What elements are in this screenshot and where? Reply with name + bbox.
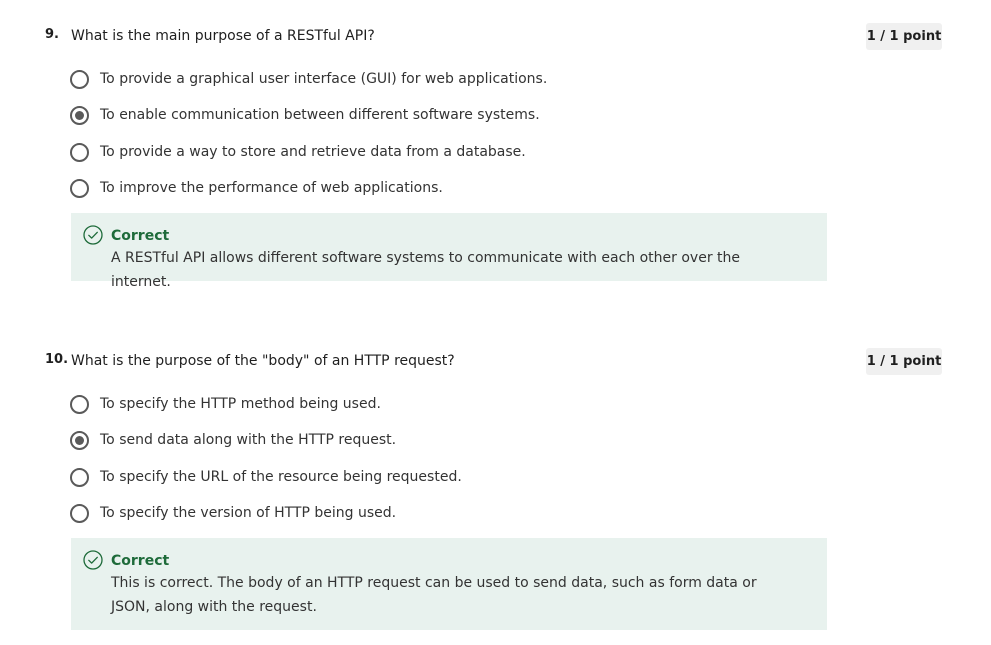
option-radio[interactable]: To enable communication between differen… — [70, 106, 830, 142]
option-radio[interactable]: To provide a graphical user interface (G… — [70, 70, 830, 106]
question-text: What is the main purpose of a RESTful AP… — [71, 28, 375, 44]
radio-button-selected[interactable] — [70, 106, 89, 126]
radio-button[interactable] — [70, 503, 89, 523]
radio-button[interactable] — [70, 142, 89, 162]
option-radio[interactable]: To specify the HTTP method being used. — [70, 395, 830, 431]
feedback-status: Correct — [111, 228, 170, 244]
option-label[interactable]: To enable communication between differen… — [100, 106, 540, 125]
question-text: What is the purpose of the "body" of an … — [71, 353, 455, 369]
option-label[interactable]: To send data along with the HTTP request… — [100, 431, 396, 450]
feedback-box: Correct A RESTful API allows different s… — [71, 213, 827, 290]
feedback-box: Correct This is correct. The body of an … — [71, 538, 827, 630]
radio-button[interactable] — [70, 70, 89, 89]
check-circle-icon — [83, 550, 103, 570]
radio-button[interactable] — [70, 467, 89, 487]
options-list: To provide a graphical user interface (G… — [70, 70, 830, 215]
radio-button-selected[interactable] — [70, 431, 89, 451]
feedback-status: Correct — [111, 553, 170, 569]
check-circle-icon — [83, 225, 103, 245]
question-header: 9. What is the main purpose of a RESTful… — [0, 23, 991, 66]
points-badge: 1 / 1 point — [866, 23, 942, 50]
feedback-text: This is correct. The body of an HTTP req… — [111, 575, 757, 615]
options-list: To specify the HTTP method being used. T… — [70, 395, 830, 540]
question-10: 10. What is the purpose of the "body" of… — [0, 348, 991, 523]
points-badge: 1 / 1 point — [866, 348, 942, 375]
feedback-text: A RESTful API allows different software … — [111, 250, 741, 290]
radio-button[interactable] — [70, 178, 89, 198]
question-header: 10. What is the purpose of the "body" of… — [0, 348, 991, 391]
option-label[interactable]: To provide a way to store and retrieve d… — [100, 143, 526, 162]
option-radio[interactable]: To send data along with the HTTP request… — [70, 431, 830, 467]
question-number: 10. — [45, 352, 69, 367]
option-radio[interactable]: To specify the version of HTTP being use… — [70, 503, 830, 540]
option-label[interactable]: To specify the version of HTTP being use… — [100, 504, 396, 523]
question-number: 9. — [45, 27, 59, 42]
option-label[interactable]: To specify the HTTP method being used. — [100, 395, 381, 414]
radio-button[interactable] — [70, 395, 89, 414]
option-radio[interactable]: To improve the performance of web applic… — [70, 178, 830, 215]
option-label[interactable]: To specify the URL of the resource being… — [100, 468, 462, 487]
option-radio[interactable]: To provide a way to store and retrieve d… — [70, 142, 830, 179]
option-radio[interactable]: To specify the URL of the resource being… — [70, 467, 830, 504]
option-label[interactable]: To provide a graphical user interface (G… — [100, 70, 547, 89]
option-label[interactable]: To improve the performance of web applic… — [100, 179, 443, 198]
question-9: 9. What is the main purpose of a RESTful… — [0, 23, 991, 198]
